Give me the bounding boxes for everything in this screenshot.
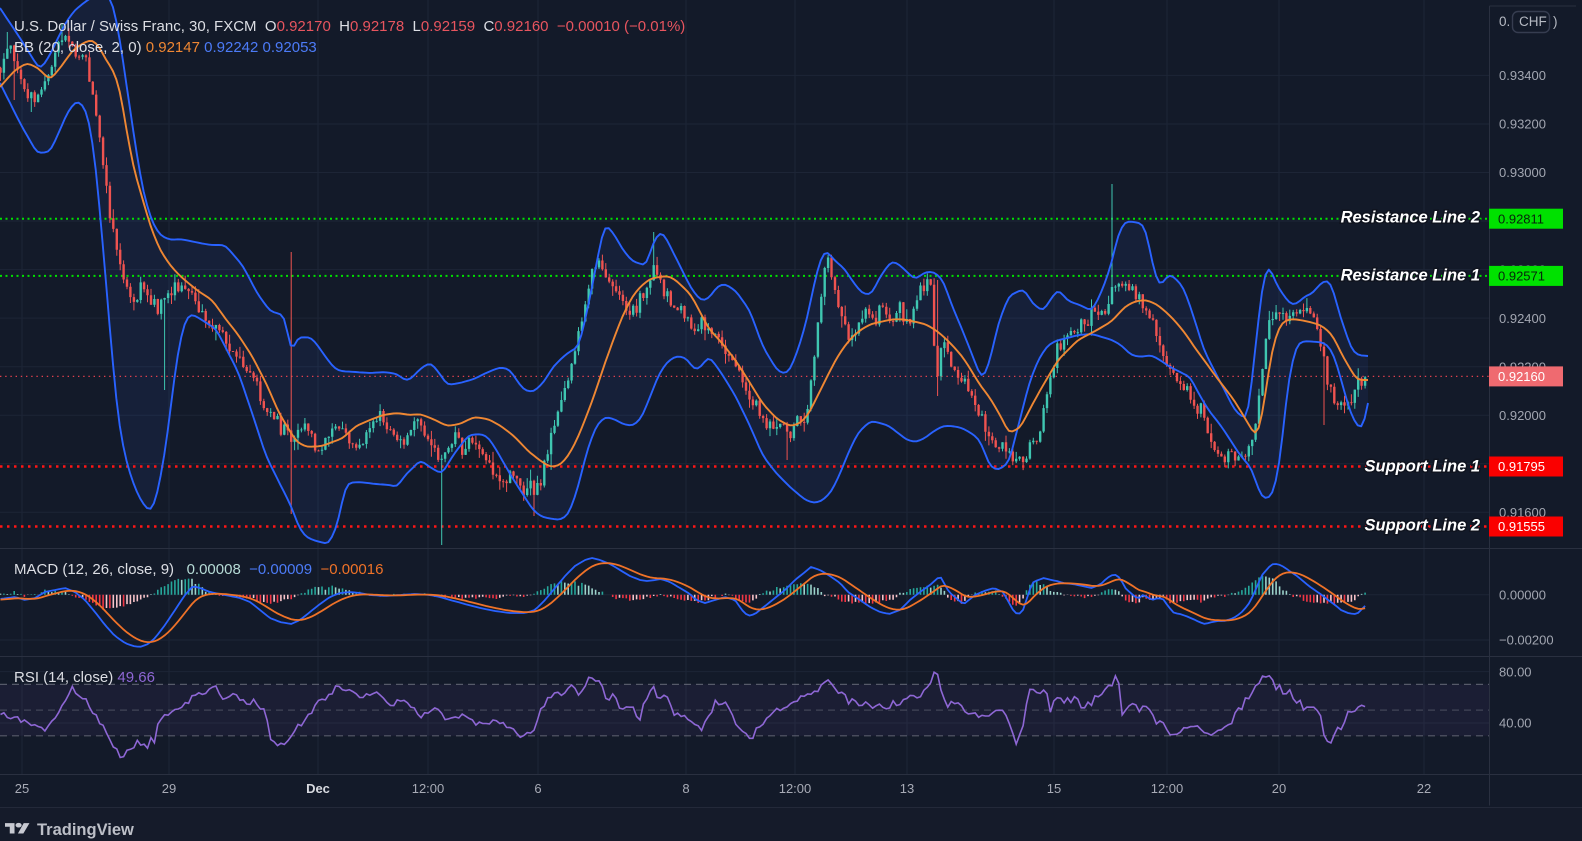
svg-text:Resistance Line 1: Resistance Line 1 (1341, 267, 1480, 285)
svg-text:−0.00200: −0.00200 (1499, 633, 1554, 648)
svg-text:Dec: Dec (306, 781, 330, 796)
svg-text:Support Line 1: Support Line 1 (1365, 458, 1481, 476)
svg-text:20: 20 (1272, 781, 1286, 796)
svg-text:MACD (12, 26, close, 9) 0.00: MACD (12, 26, close, 9) 0.00008 −0.00009… (14, 561, 383, 578)
svg-text:0.92000: 0.92000 (1499, 408, 1546, 423)
svg-text:0.93000: 0.93000 (1499, 165, 1546, 180)
svg-text:): ) (1553, 14, 1558, 29)
svg-text:0.: 0. (1499, 14, 1510, 29)
svg-text:29: 29 (162, 781, 176, 796)
svg-text:0.92811: 0.92811 (1498, 211, 1544, 226)
svg-text:40.00: 40.00 (1499, 716, 1532, 731)
svg-text:6: 6 (534, 781, 541, 796)
svg-text:0.92400: 0.92400 (1499, 311, 1546, 326)
svg-text:U.S. Dollar / Swiss Franc, 30,: U.S. Dollar / Swiss Franc, 30, FXCM O0.9… (14, 18, 685, 35)
svg-text:15: 15 (1047, 781, 1061, 796)
svg-text:12:00: 12:00 (412, 781, 445, 796)
svg-text:Resistance Line 2: Resistance Line 2 (1341, 209, 1480, 227)
svg-text:80.00: 80.00 (1499, 664, 1532, 679)
svg-text:8: 8 (682, 781, 689, 796)
svg-text:12:00: 12:00 (779, 781, 812, 796)
svg-text:CHF: CHF (1519, 14, 1547, 29)
svg-text:22: 22 (1417, 781, 1431, 796)
svg-text:13: 13 (900, 781, 914, 796)
svg-text:12:00: 12:00 (1151, 781, 1184, 796)
svg-text:0.92571: 0.92571 (1498, 269, 1545, 284)
svg-text:0.91555: 0.91555 (1498, 519, 1545, 534)
svg-text:0.93200: 0.93200 (1499, 117, 1546, 132)
svg-text:0.92160: 0.92160 (1498, 369, 1545, 384)
svg-text:TradingView: TradingView (37, 821, 134, 839)
svg-text:0.91795: 0.91795 (1498, 459, 1545, 474)
svg-text:0.93400: 0.93400 (1499, 68, 1546, 83)
svg-text:25: 25 (15, 781, 29, 796)
svg-text:RSI (14, close) 49.66: RSI (14, close) 49.66 (14, 669, 155, 686)
svg-text:Support Line 2: Support Line 2 (1365, 517, 1481, 535)
svg-text:0.00000: 0.00000 (1499, 587, 1546, 602)
svg-text:BB (20, close, 2, 0) 0.92147 0: BB (20, close, 2, 0) 0.92147 0.92242 0.9… (14, 39, 317, 56)
